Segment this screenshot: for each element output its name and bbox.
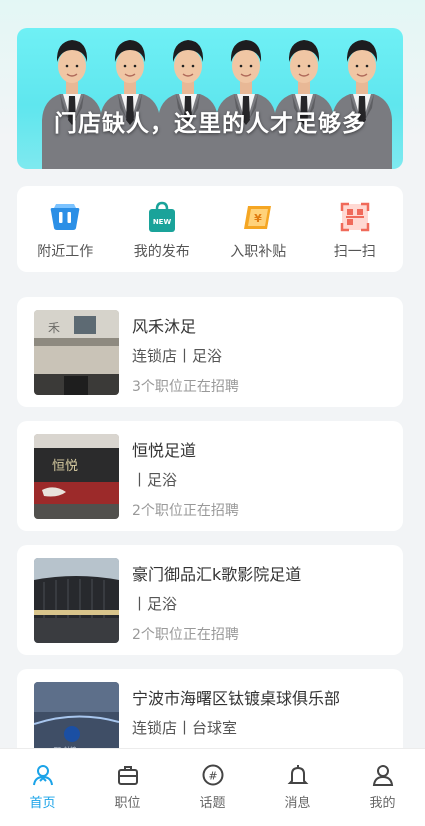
svg-text:恒悦: 恒悦	[52, 459, 78, 474]
store-photo: 禾	[34, 310, 119, 395]
promo-banner[interactable]: 门店缺人，这里的人才足够多	[17, 28, 403, 169]
store-open-positions: 2个职位正在招聘	[132, 503, 239, 519]
scan-icon	[340, 202, 369, 232]
bell-icon	[287, 765, 308, 784]
quick-action-subsidy[interactable]: ¥ 入职补贴	[213, 200, 303, 272]
quick-action-label: 我的发布	[133, 244, 190, 260]
store-tags: 丨足浴	[132, 595, 178, 613]
svg-text:#: #	[208, 770, 217, 783]
tab-label: 职位	[114, 796, 141, 811]
tab-label: 消息	[284, 796, 311, 811]
banner-headline: 门店缺人，这里的人才足够多	[54, 111, 366, 137]
bottom-tab-bar: 首页 职位 # 话题 消息 我的	[0, 748, 425, 826]
home-icon	[32, 765, 53, 786]
store-name: 豪门御品汇k歌影院足道	[132, 565, 302, 584]
store-card[interactable]: 禾 风禾沐足 连锁店丨足浴 3个职位正在招聘	[17, 297, 403, 407]
store-photo	[34, 558, 119, 643]
store-tags: 丨足浴	[132, 471, 178, 489]
store-name: 恒悦足道	[132, 441, 197, 460]
nearby-jobs-icon	[50, 204, 80, 230]
store-tags: 连锁店丨足浴	[132, 347, 223, 365]
topic-icon: #	[202, 764, 223, 786]
store-name: 宁波市海曙区钛镀桌球俱乐部	[132, 689, 341, 708]
store-card[interactable]: 豪门御品汇k歌影院足道 丨足浴 2个职位正在招聘	[17, 545, 403, 655]
tab-jobs[interactable]: 职位	[85, 749, 170, 826]
quick-action-my-posts[interactable]: NEW 我的发布	[117, 200, 207, 272]
store-card[interactable]: 恒悦 恒悦足道 丨足浴 2个职位正在招聘	[17, 421, 403, 531]
store-name: 风禾沐足	[132, 317, 197, 336]
svg-text:NEW: NEW	[153, 218, 172, 226]
svg-text:禾: 禾	[48, 321, 60, 335]
quick-actions-bar: 附近工作 NEW 我的发布 ¥ 入职补贴 扫一扫	[17, 186, 403, 272]
quick-action-label: 扫一扫	[333, 244, 376, 260]
tab-topics[interactable]: # 话题	[170, 749, 255, 826]
store-photo: TD·钛镀	[34, 682, 119, 748]
tab-label: 我的	[369, 796, 396, 811]
new-bag-icon: NEW	[148, 201, 175, 232]
quick-action-label: 入职补贴	[230, 244, 287, 260]
store-card[interactable]: TD·钛镀 宁波市海曙区钛镀桌球俱乐部 连锁店丨台球室	[17, 669, 403, 748]
store-open-positions: 3个职位正在招聘	[132, 379, 239, 395]
tab-profile[interactable]: 我的	[340, 749, 425, 826]
store-photo: 恒悦	[34, 434, 119, 519]
quick-action-scan[interactable]: 扫一扫	[310, 200, 400, 272]
svg-text:¥: ¥	[254, 212, 262, 225]
tab-label: 首页	[29, 796, 56, 811]
tab-home[interactable]: 首页	[0, 749, 85, 826]
subsidy-icon: ¥	[244, 206, 272, 229]
tab-messages[interactable]: 消息	[255, 749, 340, 826]
briefcase-icon	[117, 766, 138, 785]
banner-people-image	[41, 39, 393, 169]
quick-action-nearby-jobs[interactable]: 附近工作	[20, 200, 110, 272]
tab-label: 话题	[199, 796, 226, 811]
store-tags: 连锁店丨台球室	[132, 719, 238, 737]
store-open-positions: 2个职位正在招聘	[132, 627, 239, 643]
profile-icon	[372, 765, 393, 786]
quick-action-label: 附近工作	[37, 244, 94, 260]
